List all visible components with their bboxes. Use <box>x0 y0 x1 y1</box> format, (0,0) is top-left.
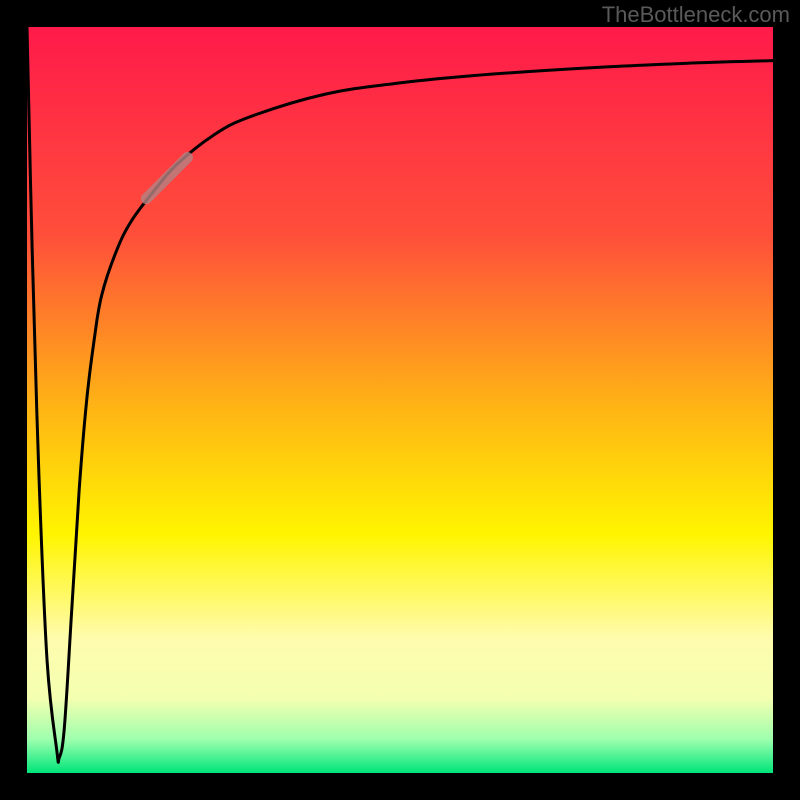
chart-svg <box>27 27 773 773</box>
gradient-background <box>27 27 773 773</box>
attribution-label: TheBottleneck.com <box>602 2 790 28</box>
plot-area <box>27 27 773 773</box>
chart-frame: TheBottleneck.com <box>0 0 800 800</box>
